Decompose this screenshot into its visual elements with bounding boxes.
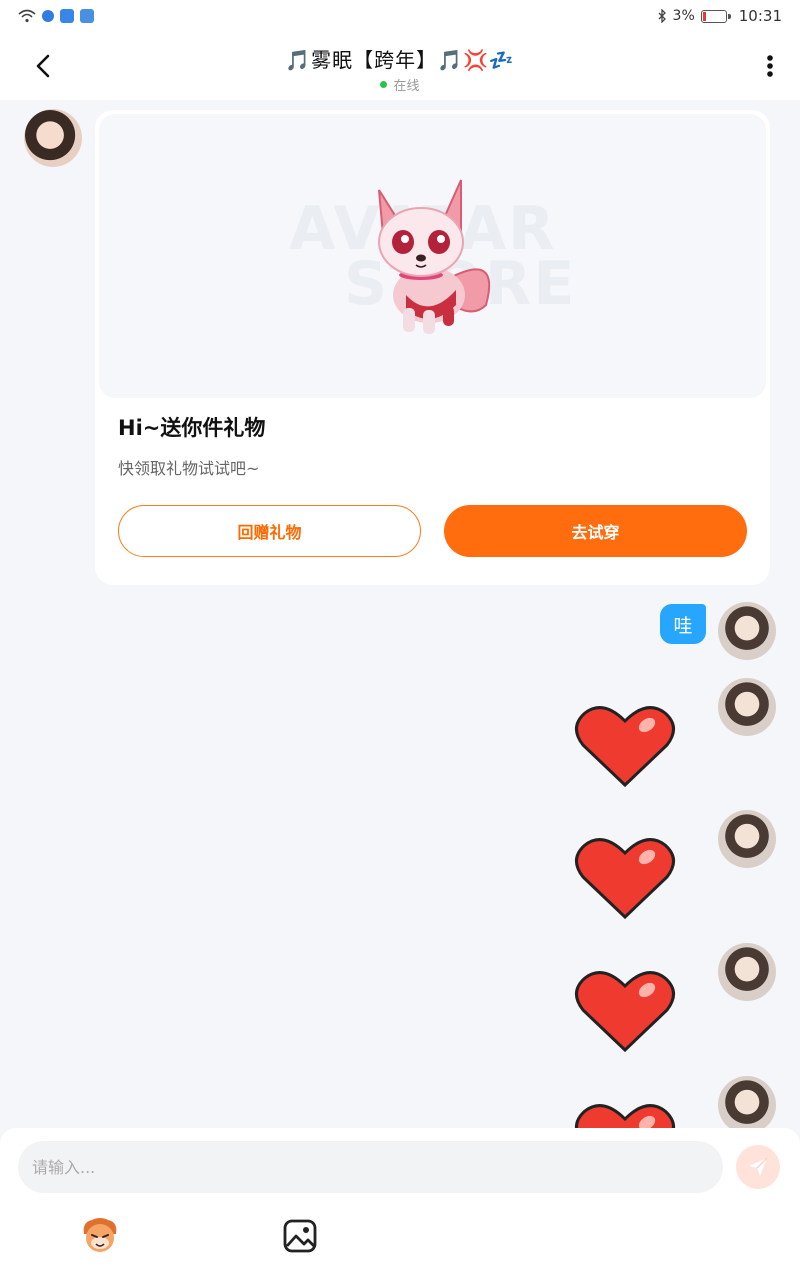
heart-sticker-icon[interactable] <box>573 968 677 1054</box>
gift-preview: AVATAR STORE <box>99 114 766 398</box>
pink-fox-avatar-icon <box>378 179 491 334</box>
more-options-button[interactable] <box>760 50 780 82</box>
my-avatar[interactable] <box>718 943 776 1001</box>
battery-percent: 3% <box>672 8 695 24</box>
message-input[interactable] <box>18 1141 723 1193</box>
browser-icon <box>42 10 54 22</box>
send-button[interactable] <box>736 1145 780 1189</box>
bluetooth-icon <box>658 9 666 23</box>
composer-panel <box>0 1128 800 1280</box>
battery-icon <box>700 9 731 23</box>
sender-avatar[interactable] <box>24 109 82 167</box>
gift-subtitle: 快领取礼物试试吧~ <box>118 459 260 478</box>
avatar-emoji-icon[interactable] <box>80 1216 120 1256</box>
status-icons-left <box>18 9 94 23</box>
status-bar: 3% 10:31 <box>0 0 800 32</box>
paper-plane-icon <box>749 1157 768 1176</box>
title-block: 🎵雾眠【跨年】🎵💢💤 在线 <box>0 44 800 94</box>
return-gift-button[interactable]: 回赠礼物 <box>118 505 421 557</box>
my-avatar[interactable] <box>718 602 776 660</box>
mail-icon <box>80 9 94 23</box>
message-bubble[interactable]: 哇 <box>660 604 706 644</box>
wifi-icon <box>18 9 36 23</box>
status-icons-right: 3% 10:31 <box>657 7 782 25</box>
more-vertical-icon <box>767 55 773 77</box>
my-avatar[interactable] <box>718 810 776 868</box>
my-avatar[interactable] <box>718 678 776 736</box>
image-icon[interactable] <box>280 1216 320 1256</box>
page-title: 🎵雾眠【跨年】🎵💢💤 <box>285 48 515 72</box>
chat-header: 🎵雾眠【跨年】🎵💢💤 在线 <box>0 32 800 100</box>
online-status: 在线 <box>0 75 800 94</box>
online-dot-icon <box>380 81 388 88</box>
app-icon <box>60 9 74 23</box>
online-status-text: 在线 <box>393 79 420 94</box>
gift-card: AVATAR STORE <box>95 110 770 585</box>
heart-sticker-icon[interactable] <box>573 703 677 789</box>
try-on-button[interactable]: 去试穿 <box>444 505 747 557</box>
gift-title: Hi~送你件礼物 <box>118 416 266 440</box>
clock: 10:31 <box>738 7 782 25</box>
heart-sticker-icon[interactable] <box>573 835 677 921</box>
my-avatar[interactable] <box>718 1076 776 1134</box>
